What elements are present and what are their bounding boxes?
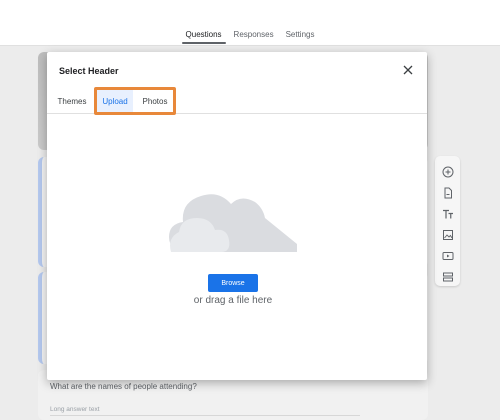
browse-button[interactable]: Browse bbox=[208, 274, 258, 292]
form-tabs: Questions Responses Settings bbox=[0, 30, 500, 44]
cloud-icon bbox=[169, 194, 297, 252]
close-icon[interactable] bbox=[401, 63, 415, 77]
tab-upload[interactable]: Upload bbox=[97, 90, 133, 114]
answer-underline bbox=[50, 415, 360, 416]
tab-settings[interactable]: Settings bbox=[280, 30, 321, 44]
select-header-dialog: Select Header Themes Upload Photos Brows… bbox=[47, 52, 427, 380]
add-question-icon[interactable] bbox=[440, 164, 455, 179]
add-image-icon[interactable] bbox=[440, 227, 455, 242]
tab-questions[interactable]: Questions bbox=[180, 30, 228, 44]
tab-responses[interactable]: Responses bbox=[228, 30, 280, 44]
add-title-icon[interactable] bbox=[440, 206, 455, 221]
tab-photos[interactable]: Photos bbox=[137, 90, 173, 113]
add-video-icon[interactable] bbox=[440, 248, 455, 263]
add-section-icon[interactable] bbox=[440, 269, 455, 284]
dialog-tabs: Themes Upload Photos bbox=[47, 90, 427, 114]
dialog-title: Select Header bbox=[59, 66, 119, 76]
side-toolbar bbox=[435, 156, 460, 286]
form-top-bar: Questions Responses Settings bbox=[0, 0, 500, 46]
import-questions-icon[interactable] bbox=[440, 185, 455, 200]
drag-drop-hint: or drag a file here bbox=[193, 295, 273, 306]
answer-placeholder: Long answer text bbox=[50, 406, 100, 413]
question-title: What are the names of people attending? bbox=[50, 382, 197, 391]
tab-themes[interactable]: Themes bbox=[55, 90, 89, 113]
